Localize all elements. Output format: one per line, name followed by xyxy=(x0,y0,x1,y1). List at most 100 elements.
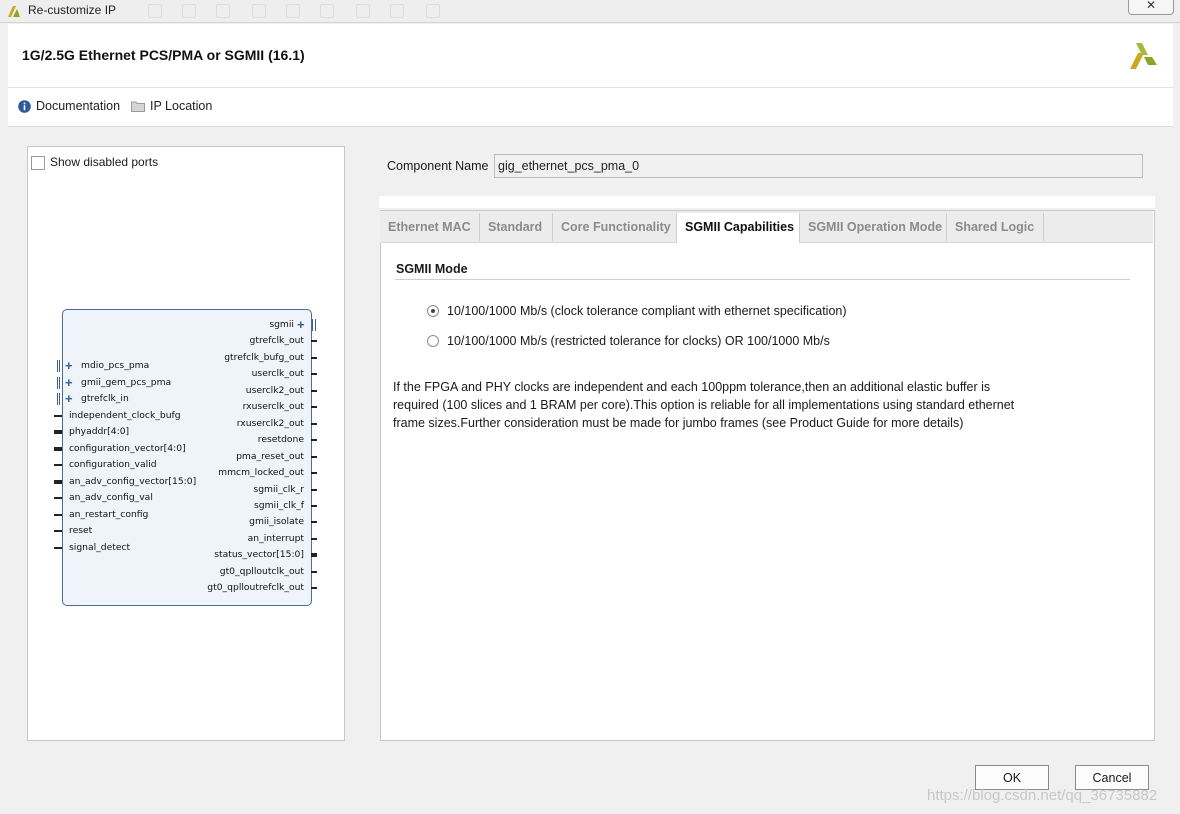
port-label: an_adv_config_vector[15:0] xyxy=(69,476,197,487)
ip-location-label: IP Location xyxy=(150,99,213,113)
bus-pin-icon xyxy=(54,480,62,484)
pin-pin-icon xyxy=(311,521,317,523)
tab-pane xyxy=(380,210,1155,741)
ghost-icon xyxy=(390,4,404,18)
ip-title: 1G/2.5G Ethernet PCS/PMA or SGMII (16.1) xyxy=(22,47,305,63)
tab-shared-logic[interactable]: Shared Logic xyxy=(947,213,1044,241)
tab-sgmii-capabilities[interactable]: SGMII Capabilities xyxy=(676,213,800,243)
port-label: gt0_qplloutclk_out xyxy=(219,566,304,577)
dialog-header: 1G/2.5G Ethernet PCS/PMA or SGMII (16.1) xyxy=(8,24,1173,88)
port-label: gtrefclk_in xyxy=(81,393,129,404)
expand-plus-icon[interactable]: + xyxy=(65,376,73,389)
port-label: an_adv_config_val xyxy=(69,492,153,503)
interface-bar-icon xyxy=(59,377,60,389)
expand-plus-icon[interactable]: + xyxy=(65,392,73,405)
show-disabled-ports-label: Show disabled ports xyxy=(50,155,159,169)
sgmii-mode-radio-restricted[interactable] xyxy=(427,335,439,347)
port-label: configuration_valid xyxy=(69,459,157,470)
ghost-icon xyxy=(216,4,230,18)
component-name-label: Component Name xyxy=(387,159,489,173)
port-label: sgmii_clk_r xyxy=(253,484,304,495)
toolbar: Documentation IP Location xyxy=(8,88,1173,127)
interface-bar-icon xyxy=(59,393,60,405)
tab-standard[interactable]: Standard xyxy=(480,213,553,241)
info-icon xyxy=(18,99,31,113)
pin-pin-icon xyxy=(311,373,317,375)
pin-pin-icon xyxy=(311,538,317,540)
pin-pin-icon xyxy=(311,423,317,425)
app-logo-icon xyxy=(8,6,20,17)
documentation-menu[interactable]: Documentation xyxy=(18,99,120,113)
pin-pin-icon xyxy=(54,497,62,499)
bus-pin-icon xyxy=(311,553,317,557)
show-disabled-ports-checkbox[interactable] xyxy=(31,156,45,170)
tab-core-functionality[interactable]: Core Functionality xyxy=(553,213,677,241)
port-label: rxuserclk_out xyxy=(242,401,304,412)
ghost-icon xyxy=(286,4,300,18)
pin-pin-icon xyxy=(311,505,317,507)
interface-bar-icon xyxy=(57,377,58,389)
interface-bar-icon xyxy=(312,319,313,331)
sgmii-mode-radio-compliant[interactable] xyxy=(427,305,439,317)
port-label: independent_clock_bufg xyxy=(69,410,181,421)
tab-ethernet-mac[interactable]: Ethernet MAC xyxy=(380,213,480,241)
port-label: an_interrupt xyxy=(247,533,304,544)
port-label: userclk2_out xyxy=(245,385,304,396)
description-line: required (100 slices and 1 BRAM per core… xyxy=(393,398,1015,412)
port-label: resetdone xyxy=(257,434,304,445)
interface-bar-icon xyxy=(57,393,58,405)
xilinx-logo-icon xyxy=(1130,43,1157,69)
port-label: gmii_isolate xyxy=(249,516,304,527)
port-label: gtrefclk_bufg_out xyxy=(224,352,304,363)
port-label: an_restart_config xyxy=(69,509,149,520)
port-label: reset xyxy=(69,525,93,536)
folder-icon xyxy=(131,101,145,112)
port-label: mdio_pcs_pma xyxy=(81,360,150,371)
port-label: sgmii xyxy=(269,319,294,330)
pin-pin-icon xyxy=(54,464,62,466)
documentation-label: Documentation xyxy=(36,99,121,113)
close-button[interactable]: ✕ xyxy=(1128,0,1174,15)
ghost-icon xyxy=(148,4,162,18)
pin-pin-icon xyxy=(311,406,317,408)
interface-bar-icon xyxy=(57,360,58,372)
ghost-icon xyxy=(252,4,266,18)
port-label: userclk_out xyxy=(251,368,304,379)
window-title-bar: Re-customize IP xyxy=(0,0,1180,23)
expand-plus-icon[interactable]: + xyxy=(65,359,73,372)
port-label: gt0_qplloutrefclk_out xyxy=(207,582,304,593)
ip-location-button[interactable]: IP Location xyxy=(131,99,212,113)
pin-pin-icon xyxy=(311,456,317,458)
port-label: signal_detect xyxy=(69,542,131,553)
port-label: mmcm_locked_out xyxy=(218,467,304,478)
tab-sgmii-operation-mode[interactable]: SGMII Operation Mode xyxy=(800,213,947,241)
pin-pin-icon xyxy=(54,415,62,417)
pin-pin-icon xyxy=(311,571,317,573)
pin-pin-icon xyxy=(311,489,317,491)
interface-bar-icon xyxy=(315,319,316,331)
section-title: SGMII Mode xyxy=(396,262,468,276)
close-icon: ✕ xyxy=(1145,0,1157,12)
window-title: Re-customize IP xyxy=(28,3,117,17)
component-name-input[interactable] xyxy=(494,154,1143,178)
pin-pin-icon xyxy=(311,472,317,474)
watermark: https://blog.csdn.net/qq_36735882 xyxy=(927,787,1158,804)
expand-plus-icon[interactable]: + xyxy=(297,318,305,331)
description-line: frame sizes.Further consideration must b… xyxy=(393,416,964,430)
pin-pin-icon xyxy=(311,357,317,359)
section-divider xyxy=(395,279,1130,280)
radio-selected-dot xyxy=(431,309,435,313)
pin-pin-icon xyxy=(54,547,62,549)
ghost-icon xyxy=(426,4,440,18)
port-label: gmii_gem_pcs_pma xyxy=(81,377,172,388)
pin-pin-icon xyxy=(311,390,317,392)
sgmii-mode-option-label: 10/100/1000 Mb/s (restricted tolerance f… xyxy=(447,334,830,348)
port-label: rxuserclk2_out xyxy=(236,418,304,429)
description-line: If the FPGA and PHY clocks are independe… xyxy=(393,380,991,394)
ghost-icon xyxy=(356,4,370,18)
port-label: phyaddr[4:0] xyxy=(69,426,130,437)
port-label: pma_reset_out xyxy=(236,451,304,462)
pin-pin-icon xyxy=(311,587,317,589)
sgmii-mode-option-label: 10/100/1000 Mb/s (clock tolerance compli… xyxy=(447,304,847,318)
ghost-icon xyxy=(320,4,334,18)
